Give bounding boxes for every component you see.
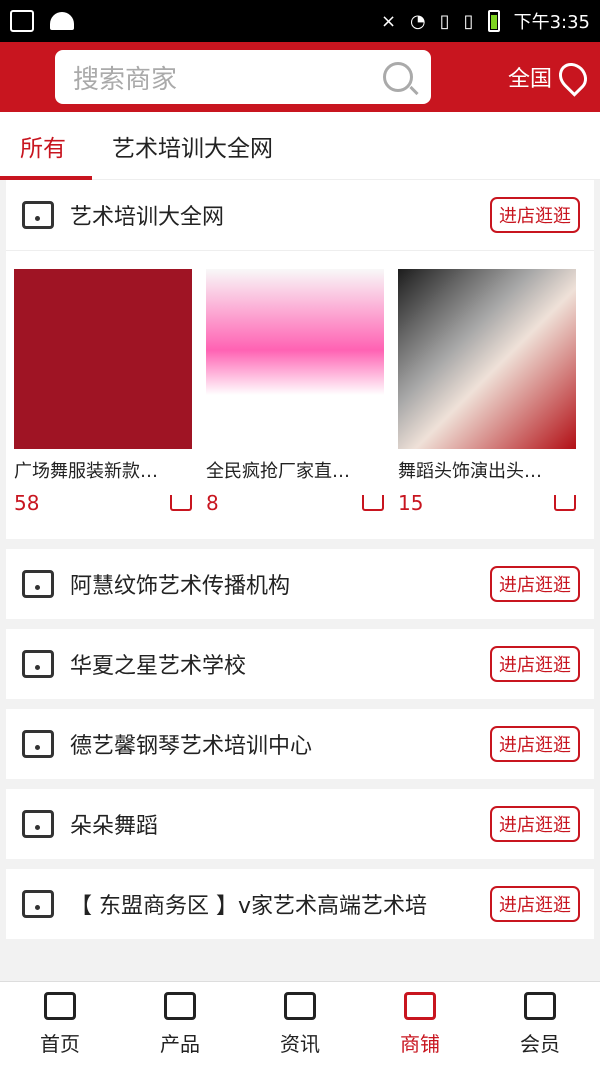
shop-card: 华夏之星艺术学校 进店逛逛: [6, 629, 594, 699]
product-card[interactable]: 舞蹈头饰演出头… 15: [398, 269, 576, 515]
shop-name: 艺术培训大全网: [70, 205, 225, 230]
shop-row[interactable]: 朵朵舞蹈 进店逛逛: [6, 789, 594, 859]
battery-icon: [487, 10, 500, 32]
visit-store-button[interactable]: 进店逛逛: [490, 886, 580, 922]
shop-name: 【 东盟商务区 】v家艺术高端艺术培: [70, 894, 428, 919]
region-selector[interactable]: 全国: [507, 57, 593, 97]
product-image[interactable]: [398, 269, 576, 449]
document-icon: [284, 992, 316, 1020]
category-tabs: 所有 艺术培训大全网: [0, 112, 600, 180]
visit-store-button[interactable]: 进店逛逛: [490, 566, 580, 602]
home-icon: [44, 992, 76, 1020]
mute-icon: ×: [380, 10, 397, 32]
product-image[interactable]: [206, 269, 384, 449]
shop-row[interactable]: 华夏之星艺术学校 进店逛逛: [6, 629, 594, 699]
store-icon: [22, 201, 54, 229]
time: 下午3:35: [513, 12, 590, 33]
nav-member[interactable]: 会员: [480, 982, 600, 1067]
nav-products[interactable]: 产品: [120, 982, 240, 1067]
location-icon: [553, 57, 593, 97]
wifi-icon: ◔: [410, 10, 426, 32]
shop-card: 阿慧纹饰艺术传播机构 进店逛逛: [6, 549, 594, 619]
android-icon: [50, 12, 74, 30]
tab-all[interactable]: 所有: [0, 112, 92, 180]
product-image[interactable]: [14, 269, 192, 449]
shop-card: 德艺馨钢琴艺术培训中心 进店逛逛: [6, 709, 594, 779]
shop-name: 朵朵舞蹈: [70, 814, 159, 839]
shop-name: 阿慧纹饰艺术传播机构: [70, 574, 291, 599]
shop-row[interactable]: 德艺馨钢琴艺术培训中心 进店逛逛: [6, 709, 594, 779]
product-list: 广场舞服装新款… 58 全民疯抢厂家直… 8 舞蹈头饰演出头… 15: [6, 250, 594, 539]
search-icon[interactable]: [383, 62, 413, 92]
cart-icon[interactable]: [170, 495, 192, 511]
product-price: 58: [14, 491, 40, 515]
product-name: 全民疯抢厂家直…: [206, 461, 350, 482]
product-card[interactable]: 广场舞服装新款… 58: [14, 269, 192, 515]
grid-icon: [164, 992, 196, 1020]
sim-icon-2: ▯: [463, 10, 474, 32]
shop-list: 艺术培训大全网 进店逛逛 广场舞服装新款… 58 全民疯抢厂家直… 8 舞蹈头饰…: [0, 180, 600, 949]
shop-card: 【 东盟商务区 】v家艺术高端艺术培 进店逛逛: [6, 869, 594, 939]
shop-name: 德艺馨钢琴艺术培训中心: [70, 734, 313, 759]
tab-art-training[interactable]: 艺术培训大全网: [92, 112, 293, 180]
store-icon: [22, 570, 54, 598]
shop-row[interactable]: 艺术培训大全网 进店逛逛: [6, 180, 594, 250]
cart-icon[interactable]: [554, 495, 576, 511]
camera-icon: [10, 10, 34, 32]
store-icon: [22, 730, 54, 758]
product-name: 舞蹈头饰演出头…: [398, 461, 542, 482]
store-icon: [22, 890, 54, 918]
visit-store-button[interactable]: 进店逛逛: [490, 806, 580, 842]
product-name: 广场舞服装新款…: [14, 461, 158, 482]
search-input[interactable]: 搜索商家: [73, 59, 383, 96]
status-bar: × ◔ ▯ ▯ 下午3:35: [0, 0, 600, 42]
shop-row[interactable]: 阿慧纹饰艺术传播机构 进店逛逛: [6, 549, 594, 619]
shop-card: 朵朵舞蹈 进店逛逛: [6, 789, 594, 859]
featured-shop-card: 艺术培训大全网 进店逛逛 广场舞服装新款… 58 全民疯抢厂家直… 8 舞蹈头饰…: [6, 180, 594, 539]
sim-icon: ▯: [439, 10, 450, 32]
search-box[interactable]: 搜索商家: [55, 50, 431, 104]
cart-icon[interactable]: [362, 495, 384, 511]
user-icon: [524, 992, 556, 1020]
store-icon: [22, 650, 54, 678]
shop-row[interactable]: 【 东盟商务区 】v家艺术高端艺术培 进店逛逛: [6, 869, 594, 939]
region-label: 全国: [507, 67, 552, 92]
nav-home[interactable]: 首页: [0, 982, 120, 1067]
product-price: 8: [206, 491, 219, 515]
bottom-navigation: 首页 产品 资讯 商铺 会员: [0, 981, 600, 1067]
store-icon: [22, 810, 54, 838]
nav-shops[interactable]: 商铺: [360, 982, 480, 1067]
product-price: 15: [398, 491, 424, 515]
top-header: 搜索商家 全国: [0, 42, 600, 112]
shop-name: 华夏之星艺术学校: [70, 654, 247, 679]
product-card[interactable]: 全民疯抢厂家直… 8: [206, 269, 384, 515]
visit-store-button[interactable]: 进店逛逛: [490, 726, 580, 762]
visit-store-button[interactable]: 进店逛逛: [490, 646, 580, 682]
visit-store-button[interactable]: 进店逛逛: [490, 197, 580, 233]
store-icon: [404, 992, 436, 1020]
nav-news[interactable]: 资讯: [240, 982, 360, 1067]
